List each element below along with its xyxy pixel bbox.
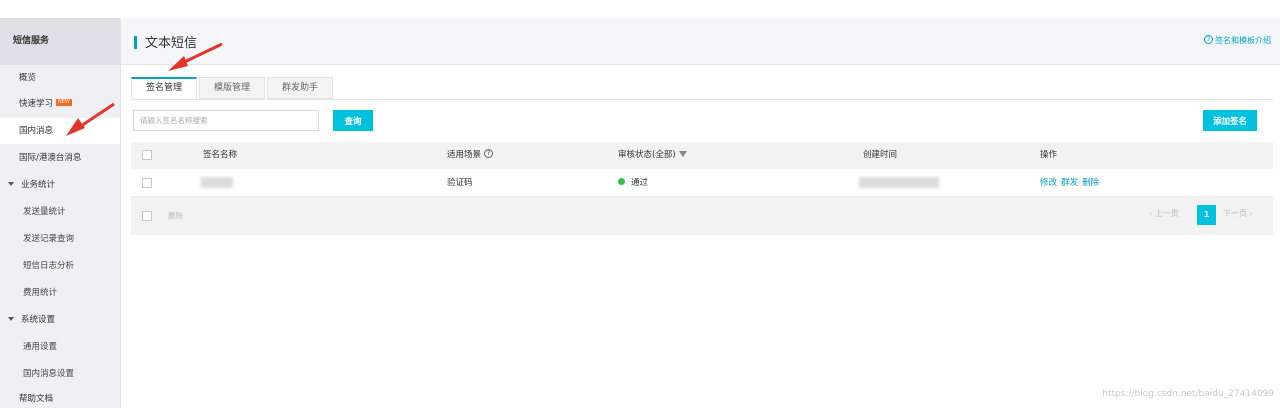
watermark: https://blog.csdn.net/baidu_27414099 <box>1102 389 1274 399</box>
annotation-arrow-tab <box>168 42 223 71</box>
annotation-arrows <box>66 42 223 136</box>
annotation-arrow-sidebar <box>66 102 115 136</box>
